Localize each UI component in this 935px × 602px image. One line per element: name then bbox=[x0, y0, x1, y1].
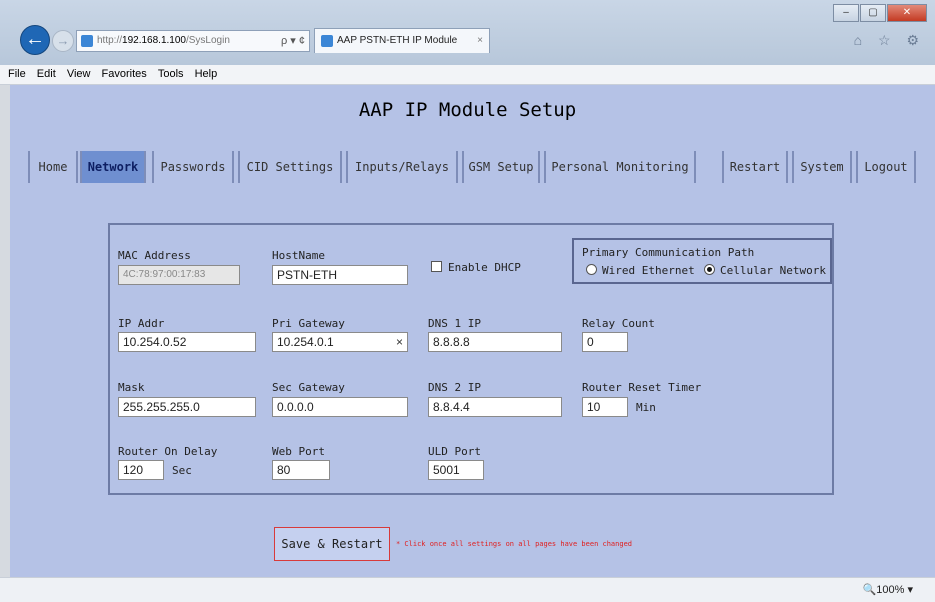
address-bar[interactable]: http://192.168.1.100/SysLogin ρ ▾ ¢ bbox=[76, 30, 310, 52]
page-body: AAP IP Module Setup Home Network Passwor… bbox=[0, 85, 935, 577]
tab-title: AAP PSTN-ETH IP Module bbox=[337, 35, 458, 46]
back-arrow-icon[interactable]: ← bbox=[20, 25, 50, 55]
pri-gateway-field[interactable]: 10.254.0.1 × bbox=[272, 332, 408, 352]
nav-passwords[interactable]: Passwords bbox=[152, 151, 234, 183]
status-bar: 🔍100% ▾ bbox=[0, 577, 935, 602]
dns1-label: DNS 1 IP bbox=[428, 317, 481, 330]
close-window-icon[interactable]: ✕ bbox=[887, 4, 927, 22]
router-reset-timer-label: Router Reset Timer bbox=[582, 381, 702, 394]
comm-path-label: Primary Communication Path bbox=[582, 246, 755, 259]
wired-ethernet-radio[interactable] bbox=[586, 264, 597, 275]
forward-arrow-icon[interactable]: → bbox=[52, 30, 74, 52]
dns1-field[interactable]: 8.8.8.8 bbox=[428, 332, 562, 352]
save-restart-button[interactable]: Save & Restart bbox=[274, 527, 390, 561]
clear-field-icon[interactable]: × bbox=[396, 333, 403, 351]
browser-titlebar: ← → http://192.168.1.100/SysLogin ρ ▾ ¢ … bbox=[0, 0, 935, 65]
minimize-icon[interactable]: – bbox=[833, 4, 859, 22]
browser-tab[interactable]: AAP PSTN-ETH IP Module × bbox=[314, 28, 490, 53]
mask-label: Mask bbox=[118, 381, 145, 394]
ip-addr-label: IP Addr bbox=[118, 317, 165, 330]
address-host: 192.168.1.100 bbox=[122, 35, 186, 46]
sec-gateway-field[interactable]: 0.0.0.0 bbox=[272, 397, 408, 417]
left-window-edge bbox=[0, 85, 10, 577]
mac-address-label: MAC Address bbox=[118, 249, 191, 262]
tab-close-icon[interactable]: × bbox=[477, 29, 483, 53]
uld-port-label: ULD Port bbox=[428, 445, 481, 458]
web-port-field[interactable]: 80 bbox=[272, 460, 330, 480]
dns2-label: DNS 2 IP bbox=[428, 381, 481, 394]
ip-addr-field[interactable]: 10.254.0.52 bbox=[118, 332, 256, 352]
nav-home[interactable]: Home bbox=[28, 151, 78, 183]
uld-port-field[interactable]: 5001 bbox=[428, 460, 484, 480]
pri-gateway-value: 10.254.0.1 bbox=[277, 335, 334, 349]
menu-tools[interactable]: Tools bbox=[158, 68, 184, 80]
router-on-delay-field[interactable]: 120 bbox=[118, 460, 164, 480]
router-reset-timer-field[interactable]: 10 bbox=[582, 397, 628, 417]
nav-restart[interactable]: Restart bbox=[722, 151, 788, 183]
relay-count-field[interactable]: 0 bbox=[582, 332, 628, 352]
router-on-delay-unit: Sec bbox=[172, 464, 192, 477]
enable-dhcp-checkbox[interactable] bbox=[431, 261, 442, 272]
page-title: AAP IP Module Setup bbox=[358, 99, 577, 121]
save-note-text: * Click once all settings on all pages h… bbox=[396, 540, 633, 548]
menu-file[interactable]: File bbox=[8, 68, 26, 80]
enable-dhcp-label: Enable DHCP bbox=[448, 261, 521, 274]
menu-help[interactable]: Help bbox=[195, 68, 218, 80]
router-on-delay-label: Router On Delay bbox=[118, 445, 218, 458]
address-protocol: http:// bbox=[97, 35, 123, 46]
menu-favorites[interactable]: Favorites bbox=[102, 68, 147, 80]
nav-inputs-relays[interactable]: Inputs/Relays bbox=[346, 151, 458, 183]
address-path: /SysLogin bbox=[185, 35, 230, 46]
router-reset-unit: Min bbox=[636, 401, 656, 414]
cellular-network-label: Cellular Network bbox=[720, 264, 826, 277]
dns2-field[interactable]: 8.8.4.4 bbox=[428, 397, 562, 417]
nav-cid-settings[interactable]: CID Settings bbox=[238, 151, 342, 183]
home-favorites-settings-icons[interactable]: ⌂ ☆ ⚙ bbox=[854, 32, 925, 49]
search-refresh-icon[interactable]: ρ ▾ ¢ bbox=[281, 31, 305, 51]
maximize-icon[interactable]: ▢ bbox=[860, 4, 886, 22]
menu-edit[interactable]: Edit bbox=[37, 68, 56, 80]
menu-view[interactable]: View bbox=[67, 68, 91, 80]
zoom-control[interactable]: 🔍100% ▾ bbox=[863, 583, 913, 596]
ie-favicon-icon bbox=[81, 35, 93, 47]
wired-ethernet-label: Wired Ethernet bbox=[602, 264, 695, 277]
menu-bar: File Edit View Favorites Tools Help bbox=[0, 65, 935, 85]
web-port-label: Web Port bbox=[272, 445, 325, 458]
hostname-label: HostName bbox=[272, 249, 325, 262]
hostname-field[interactable]: PSTN-ETH bbox=[272, 265, 408, 285]
tab-favicon-icon bbox=[321, 35, 333, 47]
mac-address-field: 4C:78:97:00:17:83 bbox=[118, 265, 240, 285]
relay-count-label: Relay Count bbox=[582, 317, 655, 330]
nav-system[interactable]: System bbox=[792, 151, 852, 183]
nav-gsm-setup[interactable]: GSM Setup bbox=[462, 151, 540, 183]
cellular-network-radio[interactable] bbox=[704, 264, 715, 275]
sec-gateway-label: Sec Gateway bbox=[272, 381, 345, 394]
pri-gateway-label: Pri Gateway bbox=[272, 317, 345, 330]
nav-personal-monitoring[interactable]: Personal Monitoring bbox=[544, 151, 696, 183]
nav-network[interactable]: Network bbox=[80, 151, 146, 183]
comm-path-group: Primary Communication Path Wired Etherne… bbox=[572, 238, 832, 284]
mask-field[interactable]: 255.255.255.0 bbox=[118, 397, 256, 417]
window-controls: – ▢ ✕ bbox=[832, 4, 927, 22]
nav-logout[interactable]: Logout bbox=[856, 151, 916, 183]
